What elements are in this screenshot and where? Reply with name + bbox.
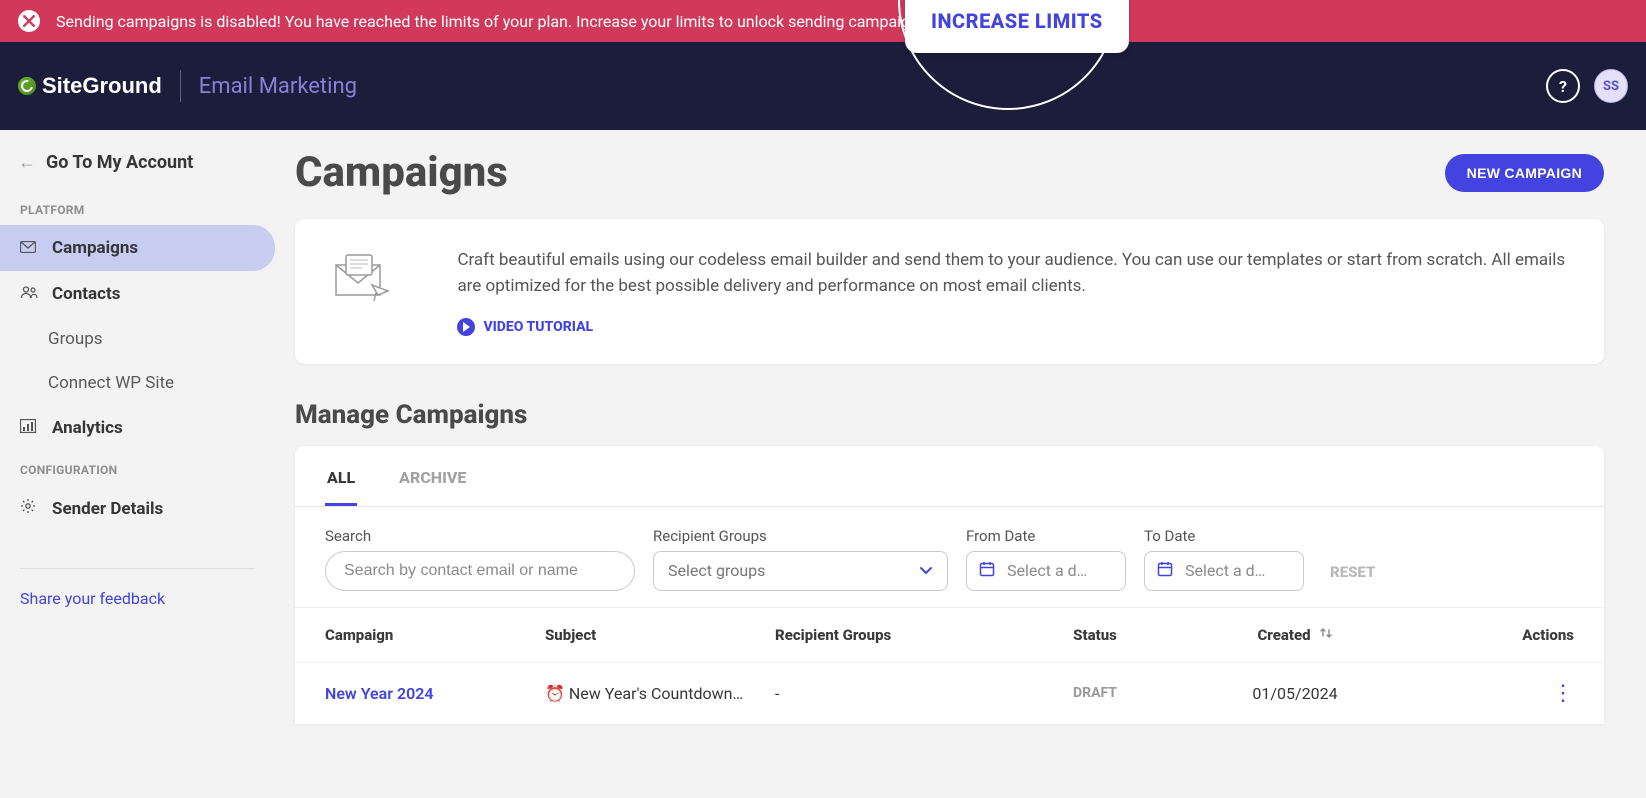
topbar: SiteGround Email Marketing ? SS — [0, 42, 1646, 130]
intro-text: Craft beautiful emails using our codeles… — [457, 247, 1572, 300]
col-campaign: Campaign — [325, 626, 545, 644]
col-created[interactable]: Created — [1195, 626, 1395, 644]
groups-label: Recipient Groups — [653, 527, 948, 545]
sidebar-item-sender-details[interactable]: Sender Details — [0, 485, 275, 532]
sidebar: ← Go To My Account PLATFORM Campaigns Co… — [0, 130, 275, 724]
recipient-groups-select[interactable]: Select groups — [653, 551, 948, 591]
analytics-icon — [20, 418, 38, 438]
table-row: New Year 2024 ⏰ New Year's Countdown… - … — [295, 662, 1604, 724]
new-campaign-button[interactable]: NEW CAMPAIGN — [1445, 154, 1604, 192]
increase-limits-button[interactable]: INCREASE LIMITS — [905, 0, 1129, 53]
search-input[interactable] — [325, 551, 635, 591]
sidebar-item-label: Analytics — [52, 418, 123, 438]
to-date-label: To Date — [1144, 527, 1304, 545]
reset-button[interactable]: RESET — [1322, 553, 1383, 591]
col-status: Status — [995, 626, 1195, 644]
campaigns-table-card: ALL ARCHIVE Search Recipient Groups Sele… — [295, 446, 1604, 724]
from-date-label: From Date — [966, 527, 1126, 545]
date-placeholder: Select a d… — [1007, 561, 1087, 580]
main-content: Campaigns NEW CAMPAIGN Craft beautiful e… — [275, 130, 1646, 724]
col-actions: Actions — [1395, 626, 1574, 644]
status-badge: DRAFT — [995, 685, 1195, 701]
sidebar-item-analytics[interactable]: Analytics — [0, 405, 275, 451]
divider — [180, 70, 181, 102]
brand-name: SiteGround — [42, 73, 162, 99]
logo-icon — [18, 77, 36, 95]
col-subject: Subject — [545, 626, 775, 644]
avatar[interactable]: SS — [1594, 69, 1628, 103]
tutorial-label: VIDEO TUTORIAL — [483, 319, 593, 335]
section-platform-label: PLATFORM — [0, 191, 275, 225]
alert-banner: Sending campaigns is disabled! You have … — [0, 0, 1646, 42]
sidebar-item-contacts[interactable]: Contacts — [0, 271, 275, 317]
sidebar-subitem-groups[interactable]: Groups — [0, 317, 275, 361]
alert-text: Sending campaigns is disabled! You have … — [56, 12, 931, 31]
calendar-icon — [1157, 561, 1173, 581]
tabs: ALL ARCHIVE — [295, 446, 1604, 507]
sidebar-item-label: Campaigns — [52, 238, 138, 258]
table-header: Campaign Subject Recipient Groups Status… — [295, 607, 1604, 662]
section-configuration-label: CONFIGURATION — [0, 451, 275, 485]
kebab-icon: ⋮ — [1552, 681, 1574, 706]
row-groups: - — [775, 684, 995, 703]
page-title: Campaigns — [295, 148, 508, 197]
arrow-left-icon: ← — [18, 152, 36, 173]
row-subject: ⏰ New Year's Countdown… — [545, 684, 775, 703]
tab-all[interactable]: ALL — [325, 464, 357, 506]
envelope-icon — [20, 238, 38, 258]
product-name: Email Marketing — [199, 74, 357, 99]
play-icon — [457, 318, 475, 336]
intro-card: Craft beautiful emails using our codeles… — [295, 219, 1604, 364]
brand-logo[interactable]: SiteGround — [18, 73, 162, 99]
col-groups: Recipient Groups — [775, 626, 995, 644]
from-date-input[interactable]: Select a d… — [966, 551, 1126, 591]
contacts-icon — [20, 284, 38, 304]
email-illustration-icon — [327, 247, 397, 307]
sort-icon — [1319, 626, 1333, 644]
sidebar-item-campaigns[interactable]: Campaigns — [0, 225, 275, 271]
filters-row: Search Recipient Groups Select groups Fr… — [295, 507, 1604, 607]
back-to-account-link[interactable]: ← Go To My Account — [0, 148, 275, 191]
search-label: Search — [325, 527, 635, 545]
sidebar-subitem-connect-wp[interactable]: Connect WP Site — [0, 361, 275, 405]
row-created: 01/05/2024 — [1195, 684, 1395, 703]
feedback-link[interactable]: Share your feedback — [20, 589, 165, 608]
select-placeholder: Select groups — [668, 561, 765, 580]
sidebar-item-label: Contacts — [52, 284, 120, 304]
help-button[interactable]: ? — [1546, 69, 1580, 103]
date-placeholder: Select a d… — [1185, 561, 1265, 580]
campaign-name-link[interactable]: New Year 2024 — [325, 684, 545, 703]
gear-icon — [20, 498, 38, 519]
row-actions-button[interactable]: ⋮ — [1395, 681, 1574, 706]
tab-archive[interactable]: ARCHIVE — [397, 464, 468, 506]
to-date-input[interactable]: Select a d… — [1144, 551, 1304, 591]
manage-campaigns-title: Manage Campaigns — [295, 400, 1604, 430]
sidebar-item-label: Sender Details — [52, 499, 163, 519]
back-label: Go To My Account — [46, 152, 193, 173]
calendar-icon — [979, 561, 995, 581]
chevron-down-icon — [919, 561, 933, 580]
video-tutorial-link[interactable]: VIDEO TUTORIAL — [457, 318, 1572, 336]
close-alert-button[interactable] — [18, 10, 40, 32]
